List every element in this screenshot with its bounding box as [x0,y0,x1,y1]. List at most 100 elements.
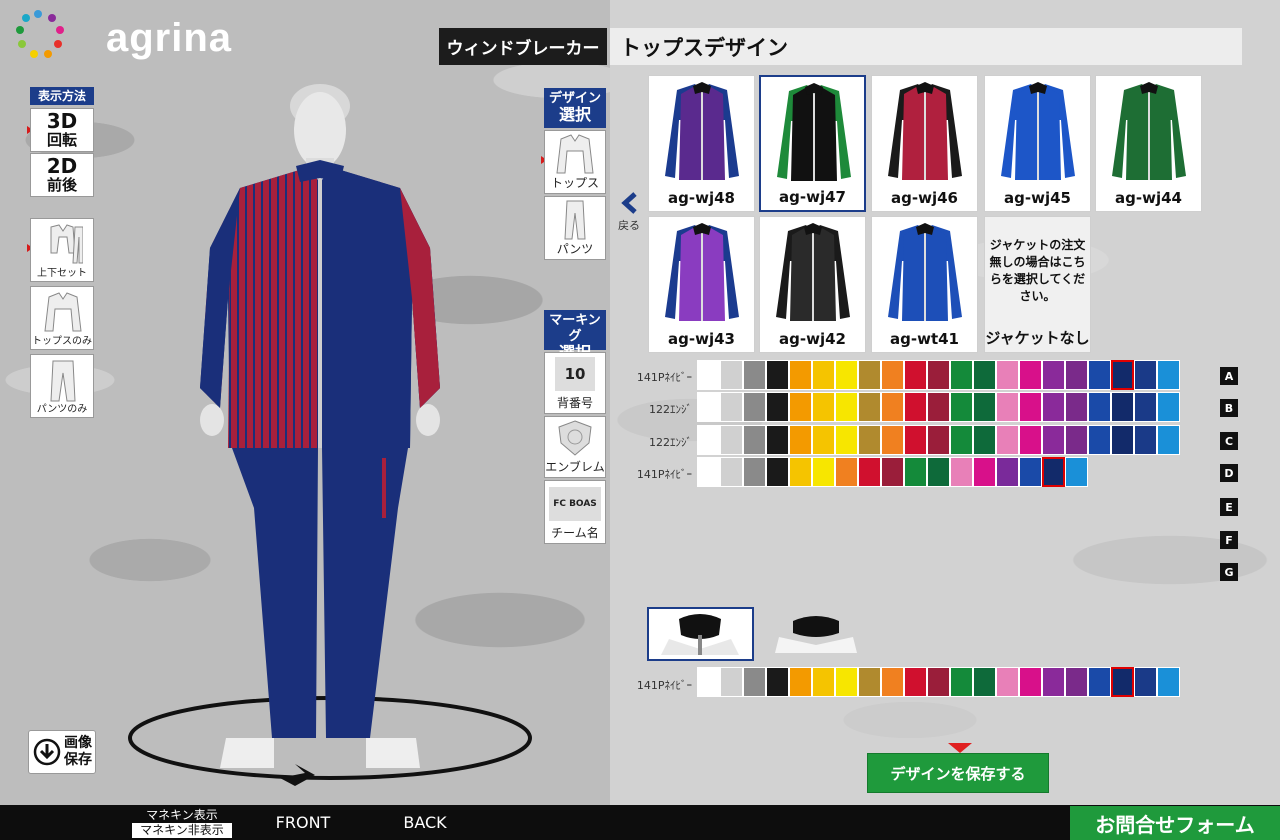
color-swatch[interactable] [789,425,812,455]
color-swatch[interactable] [996,425,1019,455]
color-swatch[interactable] [1088,360,1111,390]
set-pants-button[interactable]: パンツのみ [30,354,94,418]
color-swatch[interactable] [973,392,996,422]
color-swatch[interactable] [950,392,973,422]
color-swatch[interactable] [1111,425,1134,455]
color-swatch[interactable] [1019,360,1042,390]
color-swatch[interactable] [1157,360,1180,390]
color-swatch[interactable] [743,667,766,697]
color-swatch[interactable] [766,360,789,390]
color-swatch[interactable] [766,425,789,455]
color-swatch[interactable] [1042,360,1065,390]
color-swatch[interactable] [1111,392,1134,422]
color-swatch[interactable] [881,667,904,697]
color-swatch[interactable] [1088,392,1111,422]
back-view-button[interactable]: BACK [380,805,470,840]
color-swatch[interactable] [697,457,720,487]
color-swatch[interactable] [743,392,766,422]
color-swatch[interactable] [835,392,858,422]
product-card[interactable]: ag-wj44 [1095,75,1202,212]
color-swatch[interactable] [835,457,858,487]
color-swatch[interactable] [950,667,973,697]
color-swatch[interactable] [1088,667,1111,697]
color-swatch[interactable] [927,360,950,390]
color-swatch[interactable] [1134,425,1157,455]
color-swatch[interactable] [996,392,1019,422]
color-swatch[interactable] [720,425,743,455]
contact-form-button[interactable]: お問合せフォーム [1070,806,1280,840]
product-card[interactable]: ag-wt41 [871,216,978,353]
product-card[interactable]: ag-wj43 [648,216,755,353]
color-swatch[interactable] [1019,457,1042,487]
design-pants-button[interactable]: パンツ [544,196,606,260]
save-design-button[interactable]: デザインを保存する [867,753,1049,793]
color-swatch[interactable] [697,392,720,422]
color-swatch[interactable] [1065,667,1088,697]
mode-3d-button[interactable]: 3D 回転 [30,108,94,152]
color-swatch[interactable] [973,425,996,455]
color-swatch[interactable] [858,667,881,697]
color-swatch[interactable] [720,360,743,390]
color-swatch[interactable] [1157,392,1180,422]
color-swatch[interactable] [858,360,881,390]
front-view-button[interactable]: FRONT [258,805,348,840]
color-swatch[interactable] [904,425,927,455]
color-swatch[interactable] [697,360,720,390]
color-swatch[interactable] [996,360,1019,390]
color-swatch[interactable] [904,667,927,697]
color-swatch[interactable] [766,392,789,422]
color-swatch[interactable] [835,360,858,390]
color-swatch[interactable] [1134,392,1157,422]
marking-emblem-button[interactable]: エンブレム [544,416,606,478]
collar-option-2[interactable] [765,607,872,661]
color-swatch[interactable] [927,457,950,487]
color-swatch[interactable] [927,667,950,697]
color-swatch[interactable] [950,457,973,487]
color-swatch[interactable] [766,667,789,697]
color-swatch[interactable] [789,392,812,422]
color-swatch[interactable] [1065,392,1088,422]
color-swatch[interactable] [1042,425,1065,455]
color-swatch[interactable] [904,392,927,422]
color-swatch[interactable] [835,425,858,455]
color-swatch[interactable] [789,457,812,487]
color-swatch[interactable] [904,457,927,487]
color-swatch[interactable] [881,457,904,487]
color-swatch[interactable] [904,360,927,390]
color-swatch[interactable] [950,425,973,455]
color-swatch[interactable] [1065,457,1088,487]
color-swatch[interactable] [812,392,835,422]
color-swatch[interactable] [1157,425,1180,455]
color-swatch[interactable] [1088,425,1111,455]
product-card[interactable]: ag-wj48 [648,75,755,212]
product-card[interactable]: ag-wj46 [871,75,978,212]
color-swatch[interactable] [1019,425,1042,455]
color-swatch[interactable] [1111,360,1134,390]
design-tops-button[interactable]: トップス [544,130,606,194]
color-swatch[interactable] [1065,425,1088,455]
color-swatch[interactable] [927,392,950,422]
color-swatch[interactable] [858,392,881,422]
set-tops-button[interactable]: トップスのみ [30,286,94,350]
color-swatch[interactable] [812,667,835,697]
color-swatch[interactable] [743,360,766,390]
color-swatch[interactable] [1134,360,1157,390]
color-swatch[interactable] [1157,667,1180,697]
back-button[interactable]: 戻る [614,192,644,238]
color-swatch[interactable] [996,667,1019,697]
color-swatch[interactable] [1019,392,1042,422]
color-swatch[interactable] [858,457,881,487]
set-both-button[interactable]: 上下セット [30,218,94,282]
mannequin-toggle[interactable]: マネキン表示 マネキン非表示 [122,805,242,840]
color-swatch[interactable] [720,667,743,697]
color-swatch[interactable] [812,457,835,487]
color-swatch[interactable] [1019,667,1042,697]
color-swatch[interactable] [789,667,812,697]
color-swatch[interactable] [858,425,881,455]
marking-number-button[interactable]: 10 背番号 [544,352,606,414]
product-card[interactable]: ag-wj45 [984,75,1091,212]
color-swatch[interactable] [881,425,904,455]
color-swatch[interactable] [996,457,1019,487]
color-swatch[interactable] [881,360,904,390]
color-swatch[interactable] [950,360,973,390]
